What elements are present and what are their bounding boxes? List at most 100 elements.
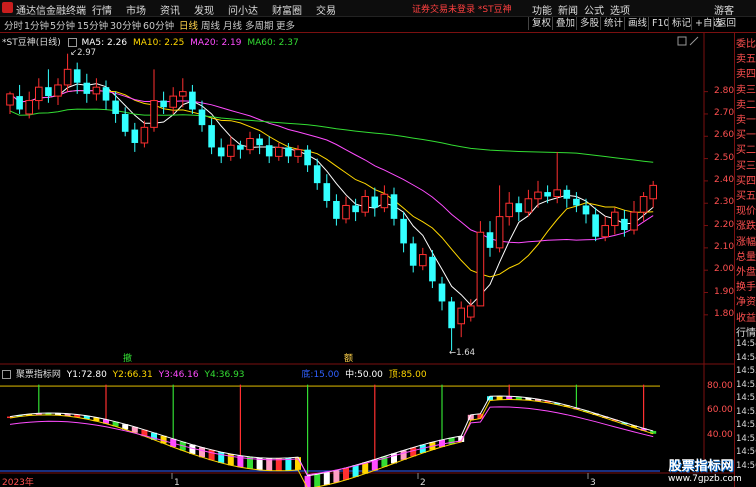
quote-label: 卖三 bbox=[736, 84, 756, 96]
candle-body bbox=[208, 125, 215, 148]
multi-stock-button[interactable]: 多股 bbox=[576, 17, 602, 30]
candle-body bbox=[63, 68, 72, 86]
candle-body bbox=[131, 129, 139, 143]
tick-time: 14:55 bbox=[736, 366, 756, 376]
title-bar: 通达信金融终端 行情 市场 资讯 发现 问小达 财富圈 交易 证券交易未登录 *… bbox=[0, 0, 756, 17]
indicator-bar bbox=[199, 447, 205, 458]
low-price-marker: ←1.64 bbox=[449, 348, 475, 358]
candle-body bbox=[486, 232, 494, 248]
period-15min[interactable]: 15分钟 bbox=[77, 18, 108, 32]
quote-label: 买三 bbox=[736, 160, 756, 172]
period-daily[interactable]: 日线 bbox=[179, 18, 198, 32]
time-axis: 2023年 1 2 3 bbox=[2, 473, 596, 487]
kline-chart-area[interactable]: ↙2.97 ←1.64 撤 额 2023年 1 2 3 bbox=[0, 33, 734, 487]
collapse-icon[interactable] bbox=[67, 38, 77, 47]
period-weekly[interactable]: 周线 bbox=[201, 18, 220, 32]
indicator-name[interactable]: 聚票指标网 bbox=[16, 370, 61, 380]
period-30min[interactable]: 30分钟 bbox=[110, 18, 141, 32]
menu-xinwen[interactable]: 新闻 bbox=[558, 2, 578, 17]
quote-label: 外盘 bbox=[736, 267, 756, 278]
quote-label: 买四 bbox=[736, 175, 756, 187]
candle-body bbox=[361, 196, 369, 213]
candle-body bbox=[515, 203, 523, 213]
indicator-bar bbox=[208, 449, 215, 461]
stats-button[interactable]: 统计 bbox=[600, 17, 626, 30]
tick-time: 14:55 bbox=[736, 406, 756, 417]
candle-body bbox=[639, 196, 648, 213]
period-multi[interactable]: 多周期 bbox=[245, 18, 274, 32]
candle-body bbox=[467, 305, 475, 318]
tick-time: 14:54 bbox=[736, 352, 756, 363]
period-5min[interactable]: 5分钟 bbox=[50, 18, 75, 32]
time-label-jan: 1 bbox=[174, 478, 180, 487]
quote-label: 买二 bbox=[736, 145, 756, 157]
candle-body bbox=[256, 138, 263, 146]
quote-label: 卖一 bbox=[736, 115, 756, 126]
candle-body bbox=[25, 100, 33, 115]
candle-body bbox=[102, 87, 110, 101]
back-button[interactable]: 返回 bbox=[713, 17, 739, 30]
menu-jiaoyi[interactable]: 交易 bbox=[316, 2, 336, 17]
chart-markers: ↙2.97 ←1.64 撤 额 bbox=[70, 48, 475, 364]
app-logo-icon bbox=[2, 2, 13, 13]
candle-body bbox=[573, 198, 580, 206]
candle-body bbox=[83, 82, 91, 94]
quote-label: 买五 bbox=[736, 191, 756, 202]
period-more[interactable]: 更多 bbox=[276, 18, 295, 32]
menu-faxian[interactable]: 发现 bbox=[194, 2, 214, 17]
period-monthly[interactable]: 月线 bbox=[223, 18, 242, 32]
candle-body bbox=[121, 113, 129, 132]
tick-time: 14:56 bbox=[736, 447, 756, 457]
period-1min[interactable]: 1分钟 bbox=[24, 18, 49, 32]
menu-zixun[interactable]: 资讯 bbox=[160, 2, 180, 17]
ma10-label: MA10: 2.25 bbox=[132, 38, 185, 48]
tick-time: 14:55 bbox=[736, 393, 756, 403]
menu-caifuquan[interactable]: 财富圈 bbox=[272, 2, 302, 17]
bottom-line-label: 底:15.00 bbox=[301, 370, 340, 380]
quote-label: 涨跌 bbox=[736, 221, 756, 233]
time-label-mar: 3 bbox=[590, 478, 596, 487]
stock-title[interactable]: *ST豆神(日线) bbox=[2, 38, 61, 48]
candle-body bbox=[304, 149, 311, 166]
quote-label: 卖四 bbox=[736, 69, 756, 81]
price-tick-label: 2.50 bbox=[714, 152, 735, 163]
candle-body bbox=[409, 243, 417, 266]
indicator-bar bbox=[189, 444, 196, 455]
candle-body bbox=[189, 91, 196, 110]
chart-expand-icon[interactable] bbox=[689, 36, 699, 46]
menu-wenxiaoda[interactable]: 问小达 bbox=[228, 2, 258, 17]
fuquan-button[interactable]: 复权 bbox=[528, 17, 554, 30]
indicator-bar bbox=[343, 467, 349, 480]
draw-button[interactable]: 画线 bbox=[624, 17, 650, 30]
period-60min[interactable]: 60分钟 bbox=[143, 18, 174, 32]
candle-body bbox=[6, 93, 14, 106]
candle-body bbox=[179, 91, 187, 97]
candle-body bbox=[419, 254, 427, 267]
candles bbox=[6, 53, 658, 351]
menu-youke[interactable]: 游客 bbox=[714, 2, 734, 17]
menu-shichang[interactable]: 市场 bbox=[126, 2, 146, 17]
menu-gongshi[interactable]: 公式 bbox=[584, 2, 604, 17]
ma60-label: MA60: 2.37 bbox=[247, 38, 299, 48]
quote-label: 净资 bbox=[736, 297, 756, 309]
candle-body bbox=[285, 147, 292, 157]
chart-settings-icon[interactable] bbox=[677, 36, 687, 46]
indicator-bar bbox=[496, 395, 503, 400]
time-label-year: 2023年 bbox=[2, 476, 34, 487]
indicator-bar bbox=[333, 470, 340, 483]
menu-hangqing[interactable]: 行情 bbox=[92, 2, 112, 17]
candle-body bbox=[544, 192, 551, 197]
candle-body bbox=[35, 86, 43, 102]
period-fenshi[interactable]: 分时 bbox=[4, 18, 23, 32]
overlay-button[interactable]: 叠加 bbox=[552, 17, 578, 30]
candle-body bbox=[73, 69, 81, 83]
indicator-collapse-icon[interactable] bbox=[2, 370, 11, 379]
price-tick-label: 2.40 bbox=[714, 174, 735, 185]
indicator-bar bbox=[323, 472, 330, 485]
menu-xuanxiang[interactable]: 选项 bbox=[610, 2, 630, 17]
app-name: 通达信金融终端 bbox=[16, 6, 86, 17]
menu-gongneng[interactable]: 功能 bbox=[532, 2, 552, 17]
login-warning[interactable]: 证券交易未登录 *ST豆神 bbox=[412, 2, 512, 15]
candle-body bbox=[448, 301, 455, 329]
candle-body bbox=[227, 144, 235, 157]
